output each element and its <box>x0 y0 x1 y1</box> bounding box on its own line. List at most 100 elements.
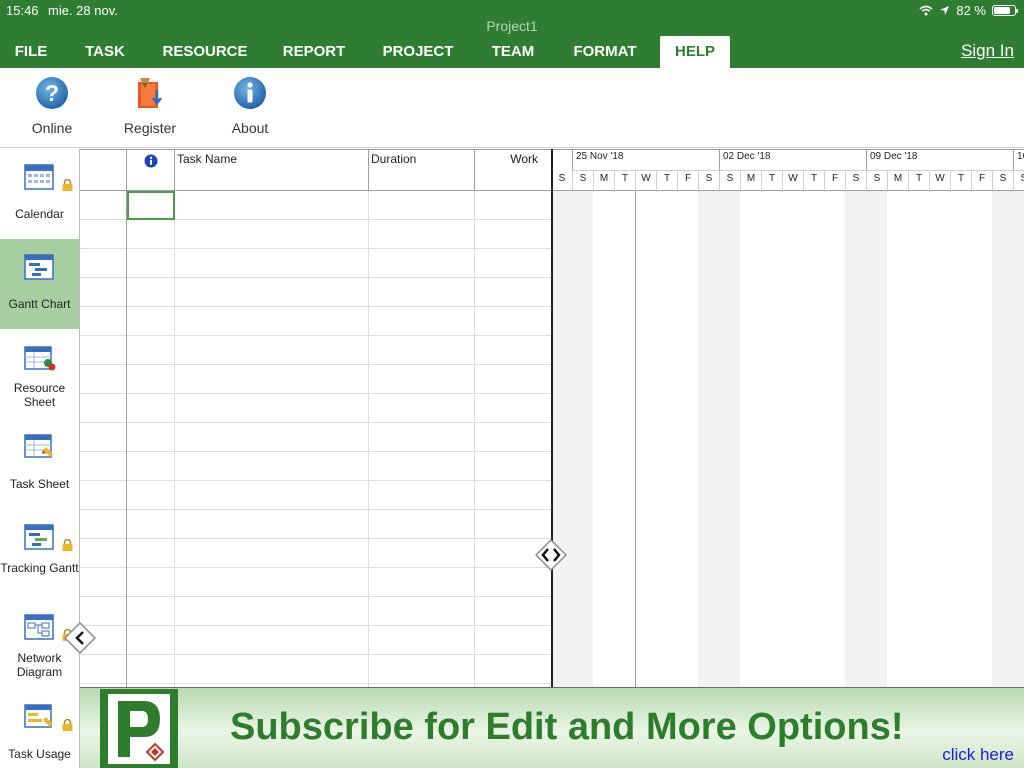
duration-cell[interactable] <box>369 394 475 423</box>
sidebar-item-task-sheet[interactable]: Task Sheet <box>0 419 79 509</box>
work-cell[interactable] <box>475 191 552 220</box>
indicator-column-header[interactable] <box>127 150 175 192</box>
row-header-cell[interactable] <box>80 307 127 336</box>
sign-in-link[interactable]: Sign In <box>961 41 1014 61</box>
duration-cell[interactable] <box>369 336 475 365</box>
duration-cell[interactable] <box>369 423 475 452</box>
table-row[interactable] <box>80 394 552 423</box>
work-cell[interactable] <box>475 249 552 278</box>
click-here-link[interactable]: click here <box>942 745 1014 765</box>
task-name-cell[interactable] <box>175 481 369 510</box>
table-row[interactable] <box>80 191 552 220</box>
indicator-cell[interactable] <box>127 539 175 568</box>
task-name-cell[interactable] <box>175 597 369 626</box>
task-name-cell[interactable] <box>175 423 369 452</box>
tab-help[interactable]: HELP <box>660 36 730 68</box>
row-header-cell[interactable] <box>80 510 127 539</box>
duration-column-header[interactable]: Duration <box>369 150 475 192</box>
sidebar-item-calendar[interactable]: Calendar <box>0 149 79 239</box>
register-button[interactable]: Register <box>110 76 190 136</box>
work-cell[interactable] <box>475 510 552 539</box>
collapse-sidebar-icon[interactable] <box>64 622 96 654</box>
indicator-cell[interactable] <box>127 336 175 365</box>
indicator-cell[interactable] <box>127 423 175 452</box>
row-header-cell[interactable] <box>80 423 127 452</box>
indicator-cell[interactable] <box>127 249 175 278</box>
task-name-cell[interactable] <box>175 336 369 365</box>
table-row[interactable] <box>80 510 552 539</box>
indicator-cell[interactable] <box>127 394 175 423</box>
row-header-cell[interactable] <box>80 220 127 249</box>
work-cell[interactable] <box>475 423 552 452</box>
row-header-cell[interactable] <box>80 481 127 510</box>
sidebar-item-gantt-chart[interactable]: Gantt Chart <box>0 239 79 329</box>
table-row[interactable] <box>80 278 552 307</box>
about-button[interactable]: About <box>210 76 290 136</box>
duration-cell[interactable] <box>369 539 475 568</box>
tab-report[interactable]: REPORT <box>272 36 356 68</box>
task-name-cell[interactable] <box>175 249 369 278</box>
work-cell[interactable] <box>475 307 552 336</box>
work-cell[interactable] <box>475 626 552 655</box>
duration-cell[interactable] <box>369 510 475 539</box>
indicator-cell[interactable] <box>127 191 175 220</box>
task-name-cell[interactable] <box>175 655 369 684</box>
task-name-cell[interactable] <box>175 394 369 423</box>
indicator-cell[interactable] <box>127 278 175 307</box>
table-row[interactable] <box>80 307 552 336</box>
duration-cell[interactable] <box>369 626 475 655</box>
indicator-cell[interactable] <box>127 568 175 597</box>
row-header-cell[interactable] <box>80 278 127 307</box>
indicator-cell[interactable] <box>127 365 175 394</box>
row-header-cell[interactable] <box>80 539 127 568</box>
duration-cell[interactable] <box>369 278 475 307</box>
gantt-chart-area[interactable]: 25 Nov '1802 Dec '1809 Dec '1816SSMTWTFS… <box>553 149 1024 687</box>
table-row[interactable] <box>80 626 552 655</box>
task-name-cell[interactable] <box>175 539 369 568</box>
task-name-cell[interactable] <box>175 365 369 394</box>
duration-cell[interactable] <box>369 568 475 597</box>
table-row[interactable] <box>80 481 552 510</box>
sidebar-item-task-usage[interactable]: Task Usage <box>0 689 79 768</box>
task-name-cell[interactable] <box>175 510 369 539</box>
work-cell[interactable] <box>475 394 552 423</box>
row-header-cell[interactable] <box>80 191 127 220</box>
table-row[interactable] <box>80 423 552 452</box>
task-name-column-header[interactable]: Task Name <box>175 150 369 192</box>
table-row[interactable] <box>80 336 552 365</box>
table-row[interactable] <box>80 655 552 684</box>
work-cell[interactable] <box>475 336 552 365</box>
work-cell[interactable] <box>475 278 552 307</box>
row-header-cell[interactable] <box>80 394 127 423</box>
indicator-cell[interactable] <box>127 510 175 539</box>
subscribe-banner[interactable]: Subscribe for Edit and More Options! cli… <box>80 687 1024 768</box>
tab-project[interactable]: PROJECT <box>370 36 466 68</box>
row-header-column[interactable] <box>80 150 127 192</box>
task-name-cell[interactable] <box>175 452 369 481</box>
duration-cell[interactable] <box>369 452 475 481</box>
indicator-cell[interactable] <box>127 481 175 510</box>
work-cell[interactable] <box>475 597 552 626</box>
work-cell[interactable] <box>475 568 552 597</box>
table-row[interactable] <box>80 249 552 278</box>
indicator-cell[interactable] <box>127 655 175 684</box>
work-column-header[interactable]: Work <box>475 150 552 192</box>
table-row[interactable] <box>80 220 552 249</box>
tab-format[interactable]: FORMAT <box>560 36 650 68</box>
tab-task[interactable]: TASK <box>74 36 136 68</box>
row-header-cell[interactable] <box>80 452 127 481</box>
task-name-cell[interactable] <box>175 307 369 336</box>
work-cell[interactable] <box>475 220 552 249</box>
indicator-cell[interactable] <box>127 220 175 249</box>
sidebar-item-resource-sheet[interactable]: Resource Sheet <box>0 329 79 419</box>
indicator-cell[interactable] <box>127 452 175 481</box>
duration-cell[interactable] <box>369 597 475 626</box>
duration-cell[interactable] <box>369 365 475 394</box>
work-cell[interactable] <box>475 365 552 394</box>
split-handle-icon[interactable] <box>535 539 567 571</box>
table-row[interactable] <box>80 365 552 394</box>
work-cell[interactable] <box>475 481 552 510</box>
table-row[interactable] <box>80 597 552 626</box>
tab-team[interactable]: TEAM <box>480 36 546 68</box>
indicator-cell[interactable] <box>127 307 175 336</box>
